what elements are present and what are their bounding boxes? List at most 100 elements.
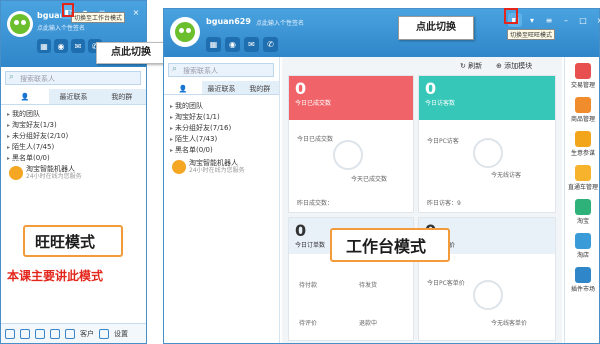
tree-item[interactable]: ▸ 陌生人(7/43) (170, 134, 231, 145)
plugin-taobao[interactable]: 淘宝 (568, 199, 598, 225)
note: 本课主要讲此模式 (7, 269, 104, 283)
plugin-market[interactable]: 插件市场 (568, 267, 598, 293)
plugin-trade[interactable]: 交易管理 (568, 63, 598, 89)
card-header: 0 今日已成交数 (289, 76, 413, 120)
workbench-dashboard: ↻ 刷新 ⊕ 添加模块 0 今日已成交数 今日已成交数 今天已成交数 昨日成交数… (282, 57, 562, 343)
robot-status: 24小时在线为您服务 (189, 167, 245, 174)
store-icon (575, 233, 591, 249)
card-stat-c: 待评价 (299, 320, 318, 327)
plugin-analytics[interactable]: 生意参谋 (568, 131, 598, 157)
contact-tabs: 👤 最近联系 我的群 (164, 81, 279, 95)
grid-icon[interactable]: ▦ (37, 39, 51, 53)
card-number: 0 (425, 79, 437, 98)
tree-item[interactable]: ▸ 我的团队 (170, 101, 231, 112)
robot-contact[interactable]: 淘宝智能机器人 24小时在线为您服务 (9, 165, 82, 181)
tree-item[interactable]: ▸ 淘宝好友(1/1) (170, 112, 231, 123)
skin-icon[interactable]: ▾ (525, 13, 539, 27)
signature[interactable]: 点此输入个性签名 (37, 23, 85, 32)
phone-icon[interactable]: ✆ (263, 37, 278, 52)
mail-icon[interactable]: ✉ (244, 37, 259, 52)
grid-icon[interactable]: ▦ (206, 37, 221, 52)
maximize-icon[interactable]: □ (576, 13, 590, 27)
tooltip: 切换至旺旺模式 (507, 29, 556, 40)
card-label: 今日访客数 (425, 100, 456, 107)
search-input[interactable]: 搜索联系人 (5, 71, 141, 85)
app-icon[interactable]: ◉ (54, 39, 68, 53)
gear-icon[interactable] (99, 328, 109, 339)
market-icon (575, 267, 591, 283)
robot-name: 淘宝智能机器人 (26, 165, 75, 173)
close-icon[interactable]: × (129, 5, 143, 19)
tab-groups[interactable]: 我的群 (98, 89, 146, 104)
search-input[interactable]: 搜索联系人 (168, 63, 274, 77)
tree-item[interactable]: ▸ 黑名单(0/0) (170, 145, 231, 156)
robot-icon (9, 166, 23, 180)
card-stat-b: 今天已成交数 (351, 176, 388, 183)
tab-recent[interactable]: 最近联系 (49, 89, 97, 104)
card-stat-a: 今日PC访客 (427, 138, 459, 145)
goods-icon (575, 97, 591, 113)
stat-card-visitors: 0 今日访客数 今日PC访客 今无线访客 昨日访客：9 (418, 75, 556, 213)
plugin-store[interactable]: 淘店 (568, 233, 598, 259)
add-module-button[interactable]: ⊕ 添加模块 (496, 61, 532, 71)
customer-icon[interactable] (65, 328, 75, 339)
tree-item[interactable]: ▸ 黑名单(0/0) (7, 153, 68, 164)
card-stat-b: 待发货 (359, 282, 378, 289)
card-stat-d: 退款中 (359, 320, 378, 327)
settings-label[interactable]: 设置 (114, 329, 128, 339)
card-stat-b: 今无线访客 (491, 172, 522, 179)
tab-contacts[interactable]: 👤 (1, 89, 50, 104)
ring-chart (473, 138, 503, 168)
callout-right: 点此切换 (398, 16, 474, 40)
search-icon[interactable] (50, 328, 60, 339)
tab-recent[interactable]: 最近联系 (202, 81, 240, 94)
robot-icon (172, 160, 186, 174)
mode-label: 旺旺模式 (23, 225, 123, 257)
highlight-box (62, 3, 74, 17)
plugin-ads[interactable]: 直通车管理 (568, 165, 598, 191)
tab-groups[interactable]: 我的群 (241, 81, 279, 94)
avatar[interactable] (170, 17, 200, 47)
contact-tabs: 👤 最近联系 我的群 (1, 89, 146, 105)
minimize-icon[interactable]: – (559, 13, 573, 27)
card-number: 0 (295, 79, 307, 98)
analytics-icon (575, 131, 591, 147)
avatar[interactable] (7, 11, 33, 37)
tree-item[interactable]: ▸ 未分组好友(7/16) (170, 123, 231, 134)
refresh-button[interactable]: ↻ 刷新 (460, 61, 482, 71)
plugin-goods[interactable]: 商品管理 (568, 97, 598, 123)
mode-label: 工作台模式 (330, 228, 450, 262)
list-icon[interactable] (35, 328, 45, 339)
window-controls: ◧ ▾ ≡ – □ × (508, 13, 600, 27)
app-icon[interactable] (5, 328, 15, 339)
customer-label[interactable]: 客户 (80, 329, 94, 339)
workbench-sidebar: 搜索联系人 👤 最近联系 我的群 ▸我的团队 ▸淘宝好友(1/1) ▸未分组好友… (164, 57, 280, 343)
tree-item[interactable]: ▸ 淘宝好友(1/3) (7, 120, 68, 131)
card-footer: 昨日访客：9 (427, 200, 461, 207)
username: bguan629 (206, 17, 251, 26)
card-stat-b: 今无线客单价 (491, 320, 528, 327)
header-toolbar: ▦ ◉ ✉ ✆ (206, 37, 278, 52)
card-header: 0 今日访客数 (419, 76, 555, 120)
card-footer: 昨日成交数： (297, 200, 334, 207)
signature[interactable]: 点此输入个性签名 (256, 18, 304, 27)
robot-contact[interactable]: 淘宝智能机器人 24小时在线为您服务 (172, 159, 245, 175)
tree-item[interactable]: ▸ 未分组好友(2/10) (7, 131, 68, 142)
ads-icon (575, 165, 591, 181)
card-label: 今日已成交数 (295, 100, 332, 107)
footer-toolbar: 客户 设置 (1, 323, 146, 343)
app-icon[interactable]: ◉ (225, 37, 240, 52)
tab-contacts[interactable]: 👤 (164, 81, 203, 94)
window-icon[interactable] (20, 328, 30, 339)
plugin-sidebar: 交易管理 商品管理 生意参谋 直通车管理 淘宝 淘店 插件市场 (564, 57, 599, 343)
workbench-window: bguan629 点此输入个性签名 ▦ ◉ ✉ ✆ ◧ ▾ ≡ – □ × 切换… (163, 8, 600, 344)
close-icon[interactable]: × (593, 13, 600, 27)
ring-chart (473, 280, 503, 310)
contact-tree: ▸ 我的团队 ▸ 淘宝好友(1/1) ▸ 未分组好友(7/16) ▸ 陌生人(7/43)… (170, 101, 231, 156)
mail-icon[interactable]: ✉ (71, 39, 85, 53)
tree-item[interactable]: ▸ 我的团队 (7, 109, 68, 120)
menu-icon[interactable]: ≡ (542, 13, 556, 27)
card-stat-a: 今日PC客单价 (427, 280, 465, 287)
highlight-box (504, 8, 518, 24)
tree-item[interactable]: ▸ 陌生人(7/45) (7, 142, 68, 153)
